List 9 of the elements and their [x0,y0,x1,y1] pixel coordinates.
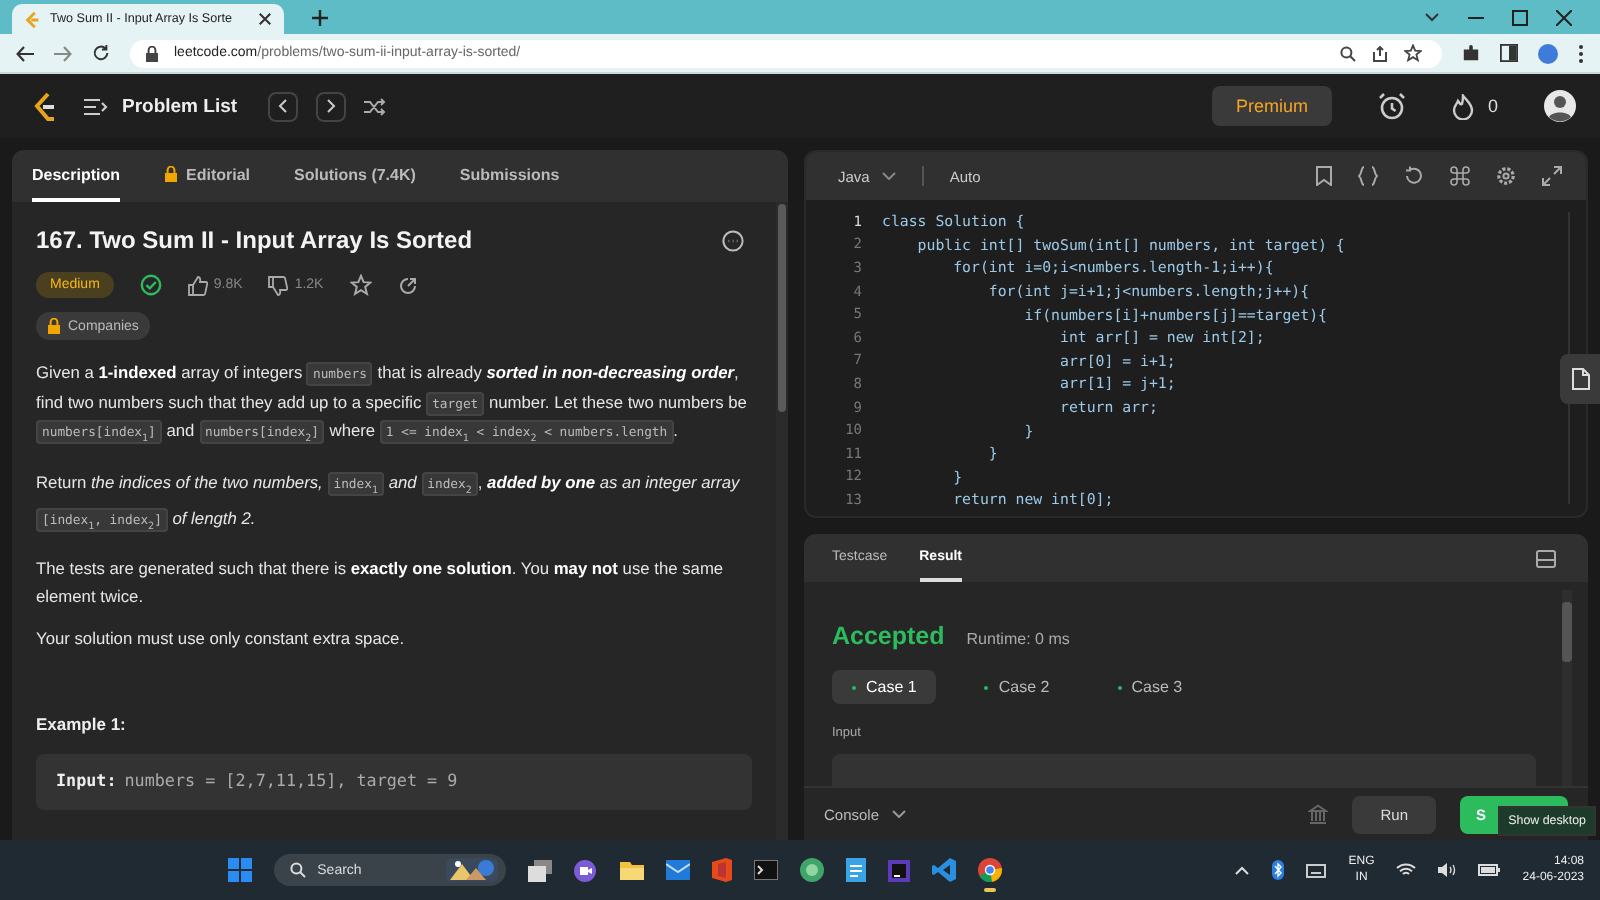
example-input-text: numbers = [2,7,11,15], target = 9 [124,769,458,790]
description-paragraph: Your solution must use only constant extra space. [36,626,407,653]
example-label: Input: [56,769,117,790]
problem-title: 167. Two Sum II - Input Array Is Sorted [36,226,473,254]
result-status: Accepted [832,622,945,650]
description-paragraph: The tests are generated such that there is exactly one solution. You may not use the same element twice. [36,556,726,610]
example-heading: Example 1: [36,713,128,734]
runtime-label: Runtime: 0 ms [966,630,1070,648]
streak-count: 0 [1487,96,1498,116]
